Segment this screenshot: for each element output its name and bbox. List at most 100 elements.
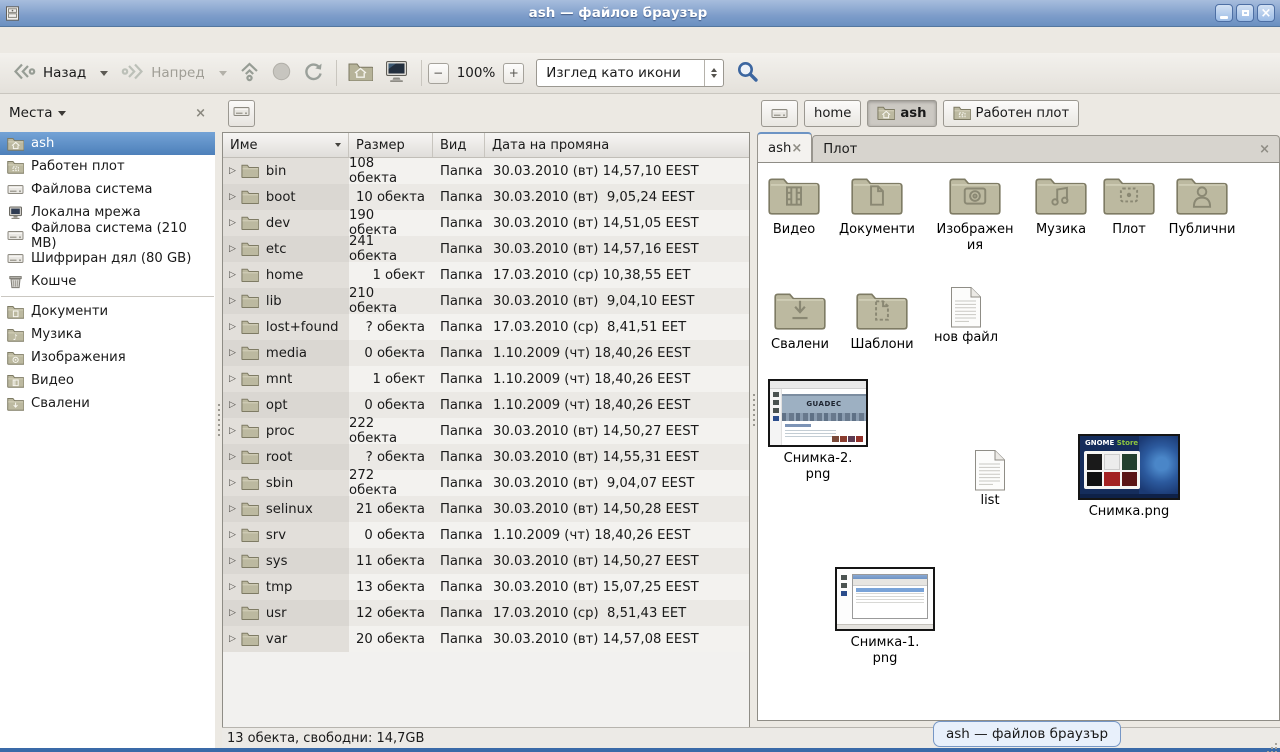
table-row-opt[interactable]: ▷ opt 0 обекта Папка 1.10.2009 (чт) 18,4… — [223, 392, 749, 418]
expander-icon[interactable]: ▷ — [229, 218, 236, 228]
tab-close-icon[interactable]: × — [1259, 142, 1270, 157]
expander-icon[interactable]: ▷ — [229, 608, 236, 618]
column-header-size[interactable]: Размер — [349, 133, 433, 157]
icon-label: Свалени — [771, 337, 829, 353]
resize-grip[interactable] — [1275, 743, 1277, 745]
sidebar-item-music[interactable]: ♪ Музика — [0, 323, 215, 346]
menu-item-help[interactable] — [114, 36, 136, 44]
menu-item-bookmarks[interactable] — [92, 36, 114, 44]
icon-snimka-png[interactable]: GNOME StoreСнимка.png — [1069, 434, 1189, 520]
expander-icon[interactable]: ▷ — [229, 452, 236, 462]
table-row-media[interactable]: ▷ media 0 обекта Папка 1.10.2009 (чт) 18… — [223, 340, 749, 366]
table-row-var[interactable]: ▷ var 20 обекта Папка 30.03.2010 (вт) 14… — [223, 626, 749, 652]
expander-icon[interactable]: ▷ — [229, 244, 236, 254]
reload-button[interactable] — [297, 59, 330, 88]
close-button[interactable]: × — [1257, 4, 1275, 22]
table-row-sys[interactable]: ▷ sys 11 обекта Папка 30.03.2010 (вт) 14… — [223, 548, 749, 574]
expander-icon[interactable]: ▷ — [229, 166, 236, 176]
home-button[interactable] — [343, 60, 378, 87]
column-header-name[interactable]: Име — [223, 133, 349, 157]
table-row-sbin[interactable]: ▷ sbin 272 обекта Папка 30.03.2010 (вт) … — [223, 470, 749, 496]
table-row-home[interactable]: ▷ home 1 обект Папка 17.03.2010 (ср) 10,… — [223, 262, 749, 288]
table-row-proc[interactable]: ▷ proc 222 обекта Папка 30.03.2010 (вт) … — [223, 418, 749, 444]
expander-icon[interactable]: ▷ — [229, 426, 236, 436]
sidebar-close-icon[interactable]: × — [195, 106, 206, 121]
stop-button[interactable] — [266, 59, 297, 88]
column-header-date[interactable]: Дата на промяна — [485, 133, 749, 157]
expander-icon[interactable]: ▷ — [229, 322, 236, 332]
expander-icon[interactable]: ▷ — [229, 504, 236, 514]
expander-icon[interactable]: ▷ — [229, 478, 236, 488]
table-row-srv[interactable]: ▷ srv 0 обекта Папка 1.10.2009 (чт) 18,4… — [223, 522, 749, 548]
table-row-lost-found[interactable]: ▷ lost+found ? обекта Папка 17.03.2010 (… — [223, 314, 749, 340]
expander-icon[interactable]: ▷ — [229, 400, 236, 410]
forward-history-dropdown[interactable] — [211, 68, 233, 79]
pane-splitter[interactable] — [215, 94, 222, 748]
expander-icon[interactable]: ▷ — [229, 270, 236, 280]
minimize-button[interactable] — [1215, 4, 1233, 22]
sidebar-item-downloads[interactable]: Свалени — [0, 392, 215, 415]
up-button[interactable] — [233, 59, 266, 88]
sidebar-item-filesystem[interactable]: Файлова система — [0, 178, 215, 201]
table-row-lib[interactable]: ▷ lib 210 обекта Папка 30.03.2010 (вт) 9… — [223, 288, 749, 314]
computer-button[interactable] — [378, 58, 415, 89]
icon-canvas[interactable]: ВидеоДокументиИзображенияМузикаПлотПубли… — [757, 162, 1280, 721]
table-row-root[interactable]: ▷ root ? обекта Папка 30.03.2010 (вт) 14… — [223, 444, 749, 470]
path-button-root[interactable] — [761, 100, 798, 127]
table-row-etc[interactable]: ▷ etc 241 обекта Папка 30.03.2010 (вт) 1… — [223, 236, 749, 262]
view-mode-spinner[interactable] — [704, 60, 723, 86]
sidebar-item-trash[interactable]: Кошче — [0, 270, 215, 293]
expander-icon[interactable]: ▷ — [229, 530, 236, 540]
view-mode-select[interactable]: Изглед като икони — [536, 59, 724, 87]
tab-ash[interactable]: ash × — [757, 132, 812, 162]
sidebar-item-ash[interactable]: ash — [0, 132, 215, 155]
sidebar-item-documents[interactable]: Документи — [0, 300, 215, 323]
icon-public-folder[interactable]: Публични — [1142, 175, 1262, 238]
table-row-usr[interactable]: ▷ usr 12 обекта Папка 17.03.2010 (ср) 8,… — [223, 600, 749, 626]
table-row-selinux[interactable]: ▷ selinux 21 обекта Папка 30.03.2010 (вт… — [223, 496, 749, 522]
back-button[interactable]: Назад — [6, 59, 92, 88]
table-row-dev[interactable]: ▷ dev 190 обекта Папка 30.03.2010 (вт) 1… — [223, 210, 749, 236]
table-row-mnt[interactable]: ▷ mnt 1 обект Папка 1.10.2009 (чт) 18,40… — [223, 366, 749, 392]
zoom-out-button[interactable]: − — [428, 63, 449, 84]
maximize-button[interactable] — [1236, 4, 1254, 22]
expander-icon[interactable]: ▷ — [229, 192, 236, 202]
sidebar-item-images[interactable]: Изображения — [0, 346, 215, 369]
tab-close-icon[interactable]: × — [791, 141, 802, 156]
menu-item-go[interactable] — [70, 36, 92, 44]
table-row-boot[interactable]: ▷ boot 10 обекта Папка 30.03.2010 (вт) 9… — [223, 184, 749, 210]
expander-icon[interactable]: ▷ — [229, 556, 236, 566]
column-header-kind[interactable]: Вид — [433, 133, 485, 157]
path-button-home[interactable]: home — [804, 100, 861, 127]
icon-new-file[interactable]: нов файл — [906, 286, 1026, 346]
zoom-in-button[interactable]: + — [503, 63, 524, 84]
sidebar-item-desktop[interactable]: Работен плот — [0, 155, 215, 178]
sidebar-item-video[interactable]: Видео — [0, 369, 215, 392]
tab-plot[interactable]: Плот × — [812, 135, 1280, 162]
sidebar-item-encrypted-80gb[interactable]: Шифриран дял (80 GB) — [0, 247, 215, 270]
icon-snimka-1-png[interactable]: Снимка-1.png — [825, 567, 945, 667]
titlebar[interactable]: ash — файлов браузър × — [0, 0, 1280, 27]
icon-snimka-2-png[interactable]: GUADECСнимка-2.png — [758, 379, 878, 483]
expander-icon[interactable]: ▷ — [229, 348, 236, 358]
sidebar-item-filesystem-210mb[interactable]: Файлова система (210 MB) — [0, 224, 215, 247]
menu-item-view[interactable] — [48, 36, 70, 44]
menu-item-edit[interactable] — [26, 36, 48, 44]
sidebar-title[interactable]: Места — [9, 105, 53, 121]
forward-button[interactable]: Напред — [114, 59, 210, 88]
table-row-tmp[interactable]: ▷ tmp 13 обекта Папка 30.03.2010 (вт) 15… — [223, 574, 749, 600]
sidebar-mode-caret-icon[interactable] — [58, 111, 66, 116]
expander-icon[interactable]: ▷ — [229, 582, 236, 592]
back-history-dropdown[interactable] — [92, 68, 114, 79]
icon-list-file[interactable]: list — [930, 449, 1050, 509]
path-button-ash[interactable]: ash — [867, 100, 936, 127]
expander-icon[interactable]: ▷ — [229, 296, 236, 306]
path-button-desktop[interactable]: Работен плот — [943, 100, 1080, 127]
expander-icon[interactable]: ▷ — [229, 374, 236, 384]
expander-icon[interactable]: ▷ — [229, 634, 236, 644]
pane-splitter[interactable] — [750, 94, 757, 727]
table-row-bin[interactable]: ▷ bin 108 обекта Папка 30.03.2010 (вт) 1… — [223, 158, 749, 184]
search-button[interactable] — [736, 60, 759, 87]
menu-item-file[interactable] — [4, 36, 26, 44]
root-path-button[interactable] — [228, 100, 255, 127]
